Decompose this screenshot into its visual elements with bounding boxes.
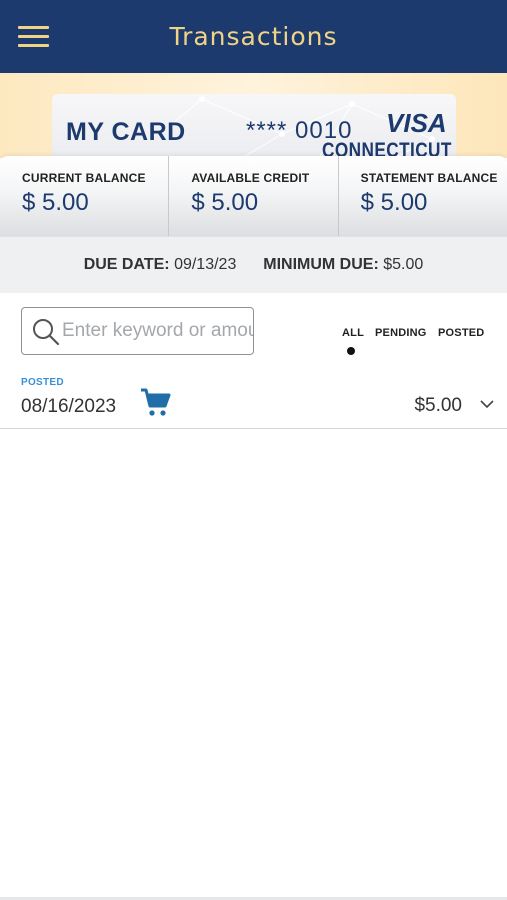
- search-input[interactable]: [62, 316, 253, 346]
- transaction-amount: $5.00: [414, 395, 462, 416]
- search-icon: [33, 319, 60, 346]
- statement-balance: STATEMENT BALANCE $ 5.00: [337, 156, 507, 236]
- app-header: Transactions: [0, 0, 507, 73]
- available-credit-label: AVAILABLE CREDIT: [191, 171, 310, 185]
- balance-summary: CURRENT BALANCE $ 5.00 AVAILABLE CREDIT …: [0, 156, 507, 236]
- current-balance: CURRENT BALANCE $ 5.00: [0, 156, 168, 236]
- statement-balance-label: STATEMENT BALANCE: [360, 171, 498, 185]
- shopping-cart-icon: [141, 388, 171, 416]
- transaction-filter: ALL PENDING POSTED: [330, 327, 500, 361]
- due-info-bar: DUE DATE: 09/13/23 MINIMUM DUE: $5.00: [0, 236, 507, 293]
- due-info: DUE DATE: 09/13/23 MINIMUM DUE: $5.00: [0, 256, 507, 274]
- search-box[interactable]: [21, 307, 254, 355]
- card-image: MY CARD **** 0010 VISA CONNECTICUT: [52, 94, 456, 158]
- selected-filter-indicator: [347, 347, 355, 355]
- chevron-down-icon[interactable]: [479, 398, 495, 410]
- filter-posted[interactable]: POSTED: [438, 327, 484, 339]
- visa-logo: VISA: [386, 108, 447, 138]
- due-date-value: 09/13/23: [174, 256, 237, 273]
- transaction-date: 08/16/2023: [21, 396, 117, 417]
- card-banner: MY CARD **** 0010 VISA CONNECTICUT: [0, 73, 507, 158]
- card-name: MY CARD: [66, 118, 186, 146]
- filter-all[interactable]: ALL: [342, 327, 364, 339]
- page-title: Transactions: [169, 22, 338, 51]
- available-credit-value: $ 5.00: [191, 189, 259, 216]
- current-balance-label: CURRENT BALANCE: [22, 171, 146, 185]
- filter-pending[interactable]: PENDING: [375, 327, 427, 339]
- minimum-due-label: MINIMUM DUE:: [263, 256, 379, 273]
- due-date-label: DUE DATE:: [83, 256, 170, 273]
- current-balance-value: $ 5.00: [22, 189, 89, 216]
- transaction-row[interactable]: POSTED 08/16/2023 $5.00: [0, 371, 507, 429]
- available-credit: AVAILABLE CREDIT $ 5.00: [168, 156, 337, 236]
- statement-balance-value: $ 5.00: [360, 189, 428, 216]
- minimum-due-value: $5.00: [383, 256, 424, 273]
- transaction-status: POSTED: [21, 377, 64, 388]
